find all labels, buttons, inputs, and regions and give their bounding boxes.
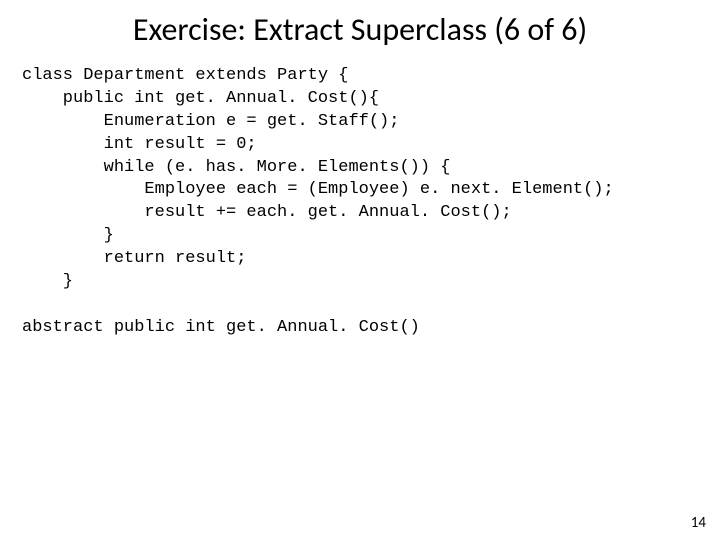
code-line: abstract public int get. Annual. Cost(): [22, 318, 420, 337]
code-line: public int get. Annual. Cost(){: [22, 89, 379, 108]
code-line: }: [22, 226, 114, 245]
code-line: int result = 0;: [22, 135, 257, 154]
slide: Exercise: Extract Superclass (6 of 6) cl…: [0, 0, 720, 540]
code-block: class Department extends Party { public …: [0, 65, 720, 340]
code-line: }: [22, 272, 73, 291]
slide-title: Exercise: Extract Superclass (6 of 6): [0, 0, 720, 65]
code-line: Employee each = (Employee) e. next. Elem…: [22, 180, 614, 199]
page-number: 14: [691, 514, 706, 532]
code-line: result += each. get. Annual. Cost();: [22, 203, 512, 222]
code-line: class Department extends Party {: [22, 66, 348, 85]
code-line: return result;: [22, 249, 246, 268]
code-line: Enumeration e = get. Staff();: [22, 112, 399, 131]
code-line: while (e. has. More. Elements()) {: [22, 158, 450, 177]
